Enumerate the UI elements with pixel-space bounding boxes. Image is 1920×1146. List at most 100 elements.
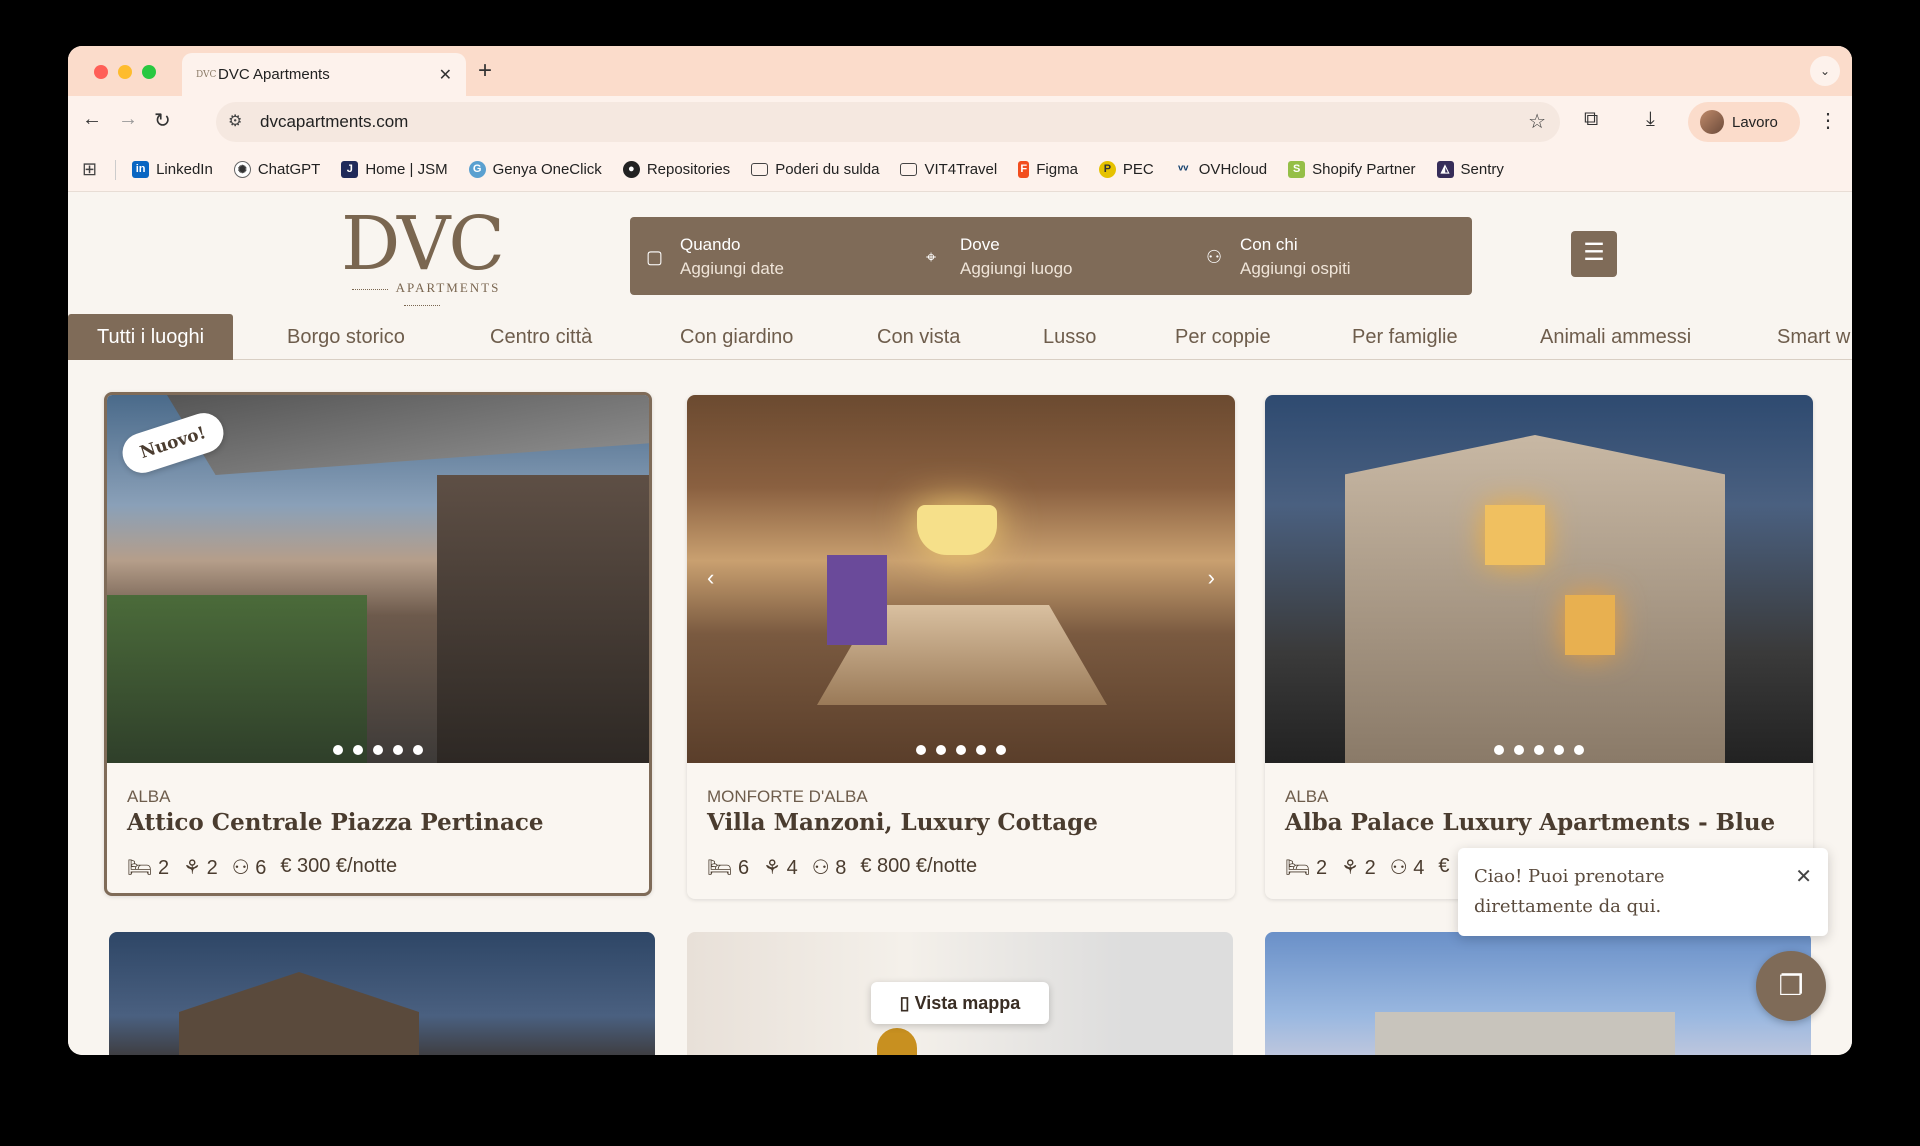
tab-search-chevron-icon[interactable]: ⌄ [1810, 56, 1840, 86]
map-view-button[interactable]: ▯ Vista mappa [871, 982, 1049, 1024]
guests-stat: ⚇ 8 [811, 857, 847, 879]
wall-shape [437, 475, 649, 763]
apps-grid-icon[interactable]: ⊞ [82, 159, 97, 180]
pendant-lamp-shape [877, 1028, 917, 1055]
listing-name[interactable]: Villa Manzoni, Luxury Cottage [707, 809, 1098, 836]
where-label: Dove [960, 235, 1000, 254]
bookmark-star-icon[interactable]: ☆ [1528, 109, 1546, 134]
tab-tutti-i-luoghi[interactable]: Tutti i luoghi [68, 314, 234, 360]
forward-arrow-icon[interactable]: → [118, 108, 138, 131]
listing-photo-partial[interactable] [1265, 932, 1811, 1055]
site-settings-icon[interactable]: ⚙ [228, 111, 242, 131]
bookmark-linkedin[interactable]: in LinkedIn [132, 161, 213, 178]
listing-name[interactable]: Alba Palace Luxury Apartments - Blue [1285, 809, 1775, 836]
reload-icon[interactable]: ↻ [154, 108, 171, 133]
tab-smart-working[interactable]: Smart w [1777, 314, 1850, 360]
pergola-shape [167, 395, 649, 475]
bookmark-repositories[interactable]: ● Repositories [622, 161, 730, 178]
genya-icon: G [468, 161, 486, 178]
carousel-dots[interactable] [916, 745, 1006, 755]
bookmark-pec[interactable]: P PEC [1098, 161, 1154, 178]
bookmark-home-jsm[interactable]: J Home | JSM [341, 161, 448, 178]
carousel-next-icon[interactable]: › [1208, 565, 1215, 591]
close-tab-icon[interactable]: ✕ [439, 65, 452, 85]
tab-per-famiglie[interactable]: Per famiglie [1352, 314, 1458, 360]
site-logo[interactable]: DVC APARTMENTS [322, 204, 522, 304]
guests-stat: ⚇ 6 [231, 857, 267, 879]
tab-title: DVC Apartments [218, 66, 330, 83]
listing-stats: 🛏 2 ⚘ 2 ⚇ 6 € 300 €/notte [127, 855, 397, 880]
bookmark-chatgpt[interactable]: ✺ ChatGPT [233, 161, 320, 178]
price-stat: € 800 €/notte [860, 855, 978, 877]
github-icon: ● [622, 161, 640, 178]
tab-animali-ammessi[interactable]: Animali ammessi [1540, 314, 1691, 360]
listing-location: ALBA [127, 787, 171, 806]
bookmark-shopify[interactable]: S Shopify Partner [1288, 161, 1416, 178]
jsm-icon: J [341, 161, 359, 178]
browser-tab[interactable]: DVC DVC Apartments ✕ [182, 53, 466, 96]
bookmark-figma[interactable]: F Figma [1018, 161, 1078, 178]
plants-shape [107, 595, 367, 763]
chat-popup-text: Ciao! Puoi prenotare direttamente da qui… [1474, 866, 1665, 917]
listing-name[interactable]: Attico Centrale Piazza Pertinace [127, 809, 543, 836]
profile-name: Lavoro [1732, 113, 1778, 131]
search-where-field[interactable]: ⌖ Dove Aggiungi luogo [926, 233, 1072, 281]
baths-stat: ⚘ 2 [183, 857, 218, 879]
url-text[interactable]: dvcapartments.com [260, 112, 408, 132]
tab-con-vista[interactable]: Con vista [877, 314, 960, 360]
search-bar[interactable]: ▢ Quando Aggiungi date ⌖ Dove Aggiungi l… [630, 217, 1472, 295]
browser-toolbar: ← → ↻ ⚙ dvcapartments.com ☆ ⧉ ⤓ Lavoro ⋮ [68, 96, 1852, 148]
browser-window: DVC DVC Apartments ✕ + ⌄ ← → ↻ ⚙ dvcapar… [68, 46, 1852, 1055]
ovh-icon: ᵛᵛ [1178, 161, 1189, 177]
avatar [1700, 110, 1724, 134]
listing-card[interactable]: ALBA Alba Palace Luxury Apartments - Blu… [1265, 395, 1813, 899]
new-tab-button[interactable]: + [478, 57, 492, 85]
hamburger-menu-icon[interactable]: ☰ [1571, 231, 1617, 277]
price-stat: € 300 €/notte [280, 855, 398, 877]
back-arrow-icon[interactable]: ← [82, 108, 102, 131]
bookmark-ovhcloud[interactable]: ᵛᵛ OVHcloud [1175, 161, 1267, 178]
maximize-window-button[interactable] [142, 65, 156, 79]
tab-centro-citta[interactable]: Centro città [490, 314, 592, 360]
tab-con-giardino[interactable]: Con giardino [680, 314, 793, 360]
bookmark-sentry[interactable]: ◭ Sentry [1436, 161, 1504, 178]
chat-popup: Ciao! Puoi prenotare direttamente da qui… [1458, 848, 1828, 936]
bookmark-vit4travel[interactable]: VIT4Travel [900, 161, 997, 178]
listing-location: ALBA [1285, 787, 1329, 806]
carousel-prev-icon[interactable]: ‹ [707, 565, 714, 591]
search-who-field[interactable]: ⚇ Con chi Aggiungi ospiti [1206, 233, 1351, 281]
carousel-dots[interactable] [333, 745, 423, 755]
minimize-window-button[interactable] [118, 65, 132, 79]
guests-icon: ⚇ [811, 857, 830, 879]
tab-lusso[interactable]: Lusso [1043, 314, 1096, 360]
chat-bubble-icon[interactable]: ❐ [1756, 951, 1826, 1021]
download-icon[interactable]: ⤓ [1646, 108, 1655, 131]
tab-borgo-storico[interactable]: Borgo storico [287, 314, 405, 360]
shower-icon: ⚘ [183, 857, 202, 879]
listing-card[interactable]: ‹ › MONFORTE D'ALBA Villa Manzoni, Luxur… [687, 395, 1235, 899]
address-bar[interactable]: ⚙ dvcapartments.com ☆ [216, 102, 1560, 142]
shower-icon: ⚘ [1341, 857, 1360, 879]
listing-card[interactable]: Nuovo! ALBA Attico Centrale Piazza Perti… [104, 392, 652, 896]
guests-icon: ⚇ [231, 857, 250, 879]
bed-icon: 🛏 [127, 857, 153, 879]
close-window-button[interactable] [94, 65, 108, 79]
bookmark-genya[interactable]: G Genya OneClick [468, 161, 602, 178]
tab-per-coppie[interactable]: Per coppie [1175, 314, 1271, 360]
listing-photo[interactable]: Nuovo! [107, 395, 649, 763]
close-icon[interactable]: ✕ [1795, 862, 1812, 892]
listing-stats: 🛏 6 ⚘ 4 ⚇ 8 € 800 €/notte [707, 855, 977, 880]
extensions-icon[interactable]: ⧉ [1584, 108, 1598, 131]
when-label: Quando [680, 235, 741, 254]
listing-photo[interactable]: ‹ › [687, 395, 1235, 763]
search-when-field[interactable]: ▢ Quando Aggiungi date [646, 233, 784, 281]
price-stat: € [1438, 855, 1450, 877]
carousel-dots[interactable] [1494, 745, 1584, 755]
bookmark-poderi[interactable]: Poderi du sulda [751, 161, 879, 178]
purple-wall-shape [827, 555, 887, 645]
pec-icon: P [1098, 161, 1116, 178]
profile-button[interactable]: Lavoro [1688, 102, 1800, 142]
listing-photo-partial[interactable] [109, 932, 655, 1055]
more-menu-icon[interactable]: ⋮ [1818, 108, 1838, 133]
listing-photo[interactable] [1265, 395, 1813, 763]
